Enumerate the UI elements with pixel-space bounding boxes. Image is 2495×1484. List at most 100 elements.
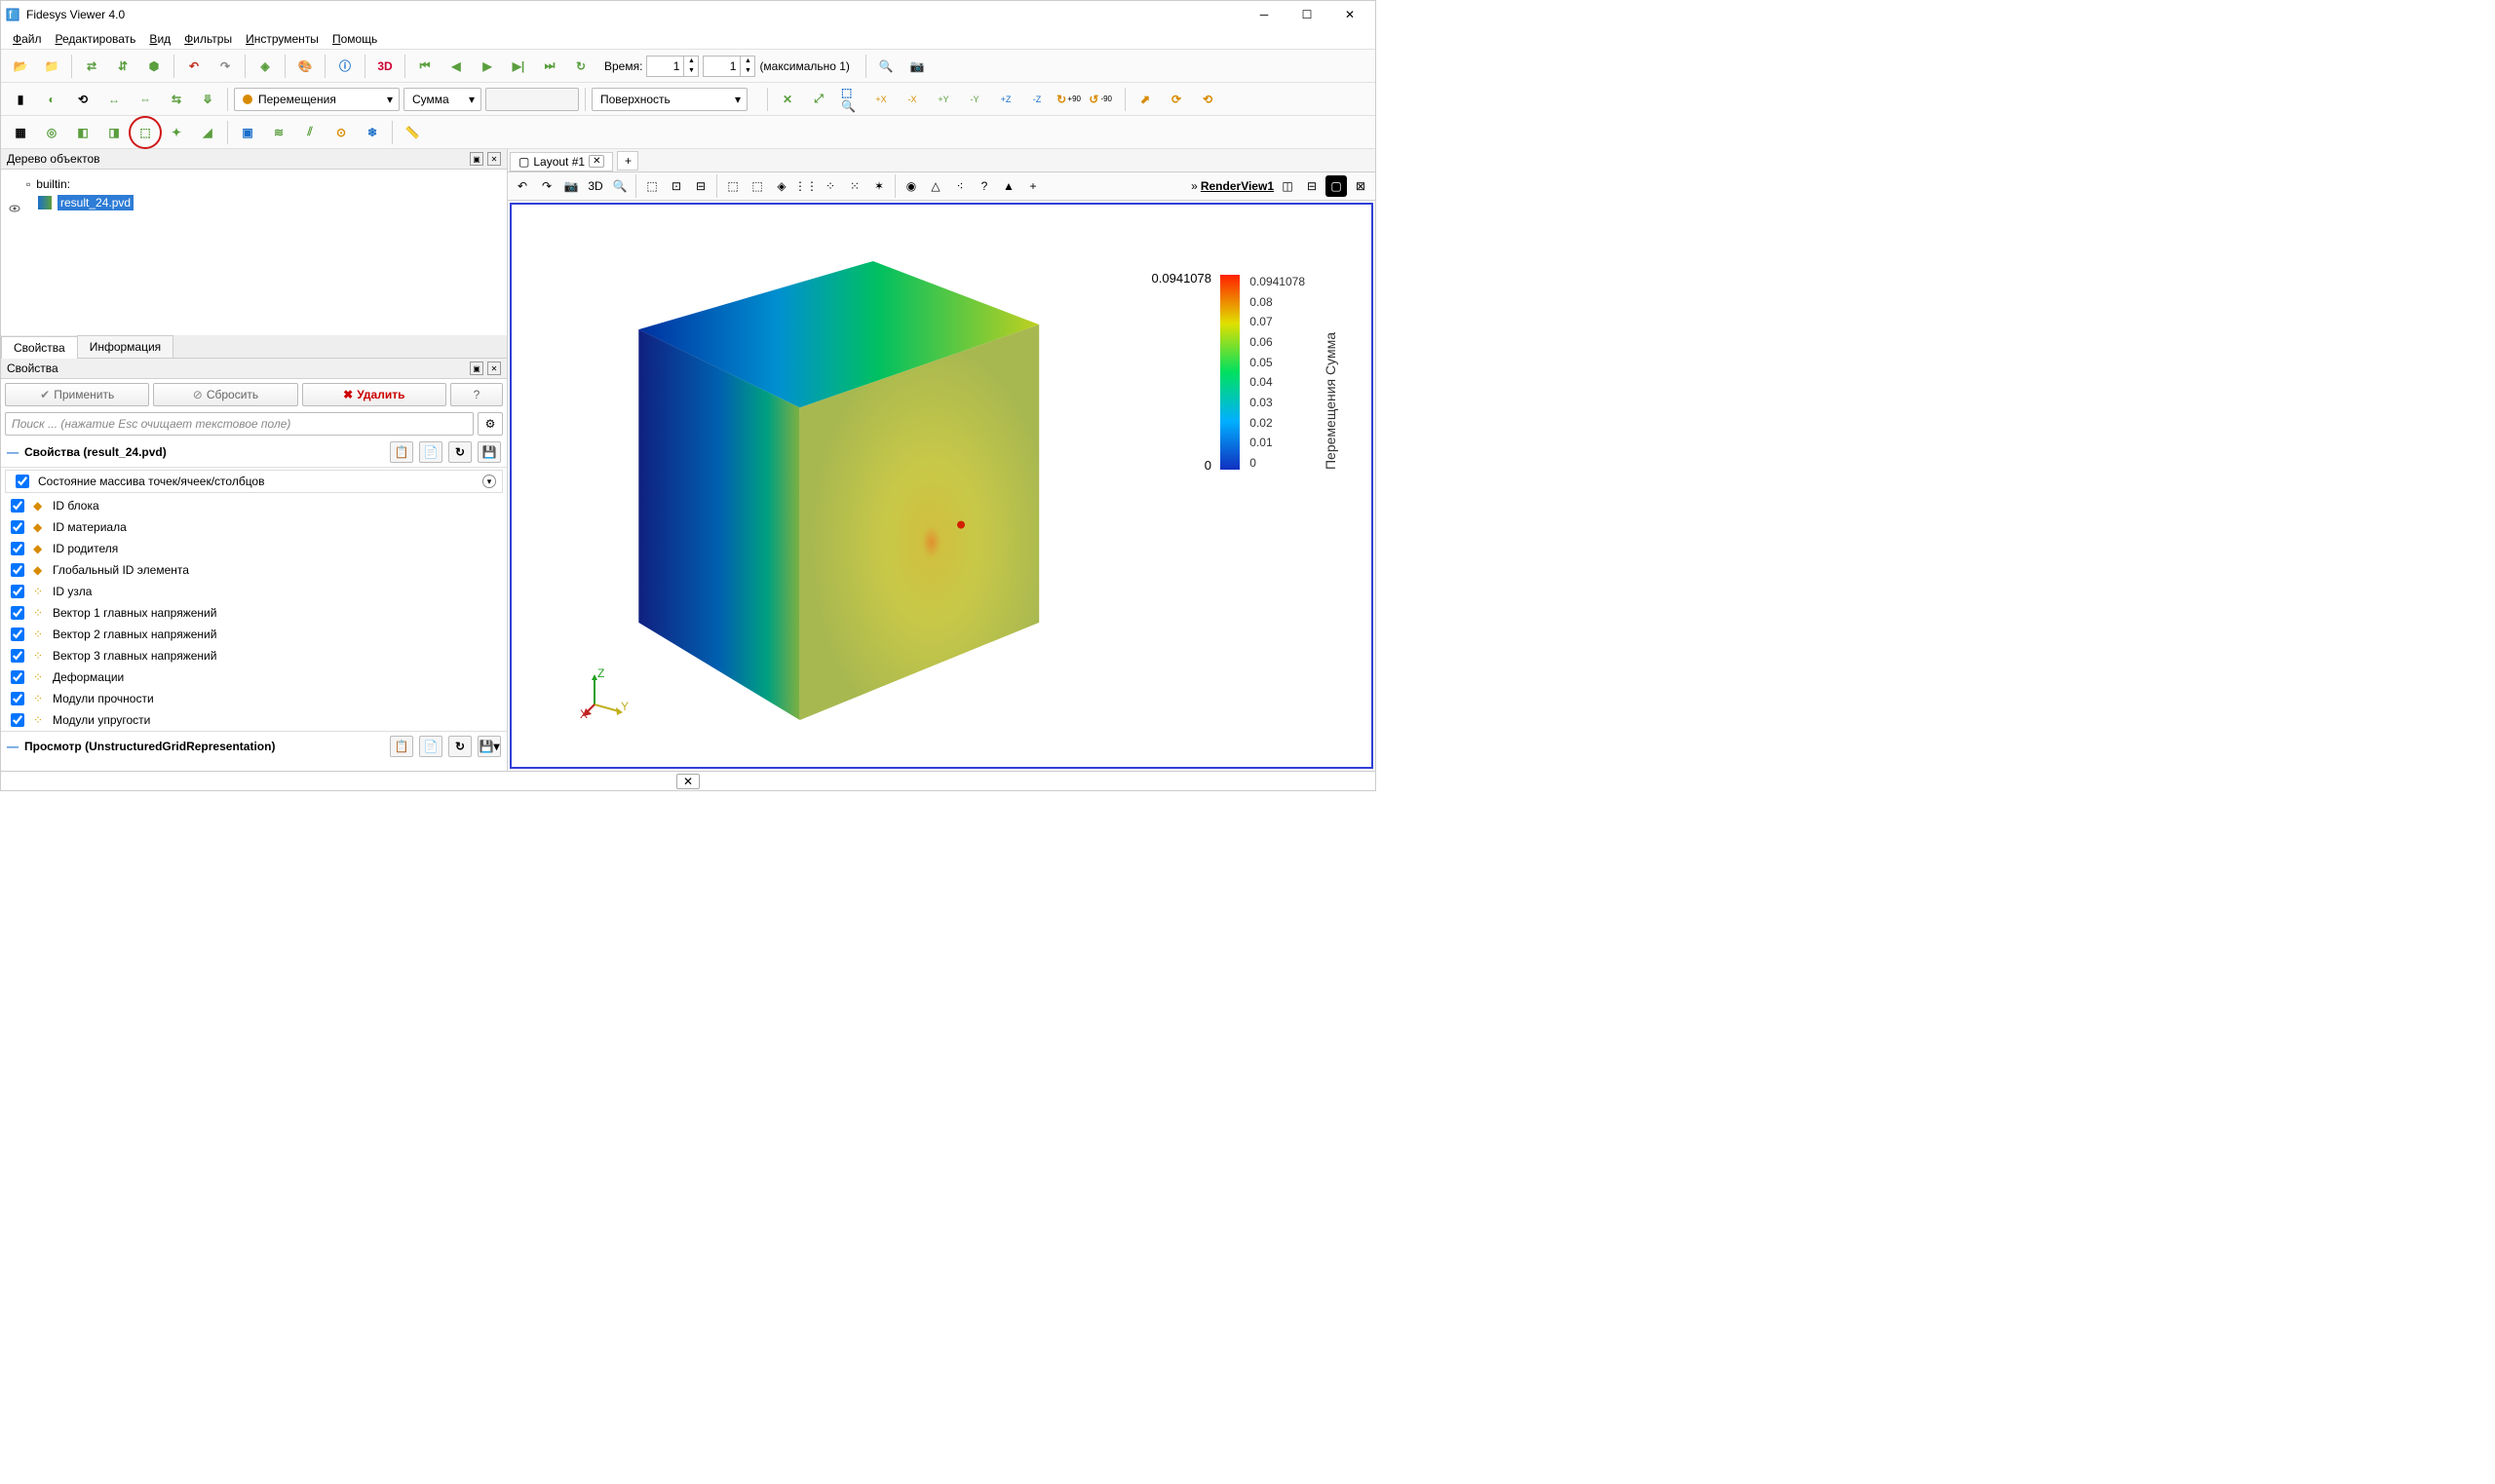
array-row[interactable]: ◆ID материала: [1, 516, 507, 538]
array-checkbox[interactable]: [11, 499, 24, 513]
dropdown-icon[interactable]: ▾: [482, 475, 496, 488]
reset-camera-icon[interactable]: ✕: [774, 86, 801, 113]
color-by-dropdown[interactable]: Перемещения▾: [234, 88, 400, 111]
save2-icon[interactable]: 💾▾: [478, 736, 501, 757]
select-cell-icon[interactable]: ⬚: [641, 175, 663, 197]
vcr-fwd-icon[interactable]: ▶|: [505, 53, 532, 80]
menu-view[interactable]: Вид: [143, 30, 176, 48]
spin-ccw-icon[interactable]: ⟲: [1194, 86, 1221, 113]
redo-icon[interactable]: ↷: [211, 53, 239, 80]
visibility-icon[interactable]: [9, 203, 20, 214]
axis-plus-y-icon[interactable]: +Y: [930, 86, 957, 113]
clip-icon[interactable]: ◧: [69, 119, 96, 146]
tab-properties[interactable]: Свойства: [1, 336, 78, 359]
pick-1-icon[interactable]: ⬚: [722, 175, 744, 197]
render-fwd-icon[interactable]: ↷: [536, 175, 557, 197]
query-icon[interactable]: ?: [974, 175, 995, 197]
menu-help[interactable]: Помощь: [326, 30, 383, 48]
rotate-cw-icon[interactable]: ↻+90: [1055, 86, 1082, 113]
copy-icon[interactable]: 📋: [390, 441, 413, 463]
view-tool-icon[interactable]: ⬈: [1132, 86, 1159, 113]
zoom-box-icon[interactable]: ⬚🔍: [836, 86, 864, 113]
array-checkbox[interactable]: [11, 563, 24, 577]
maximize-button[interactable]: ☐: [1286, 1, 1328, 28]
pick-3-icon[interactable]: ◈: [771, 175, 792, 197]
ruler-icon[interactable]: 📏: [399, 119, 426, 146]
array-row[interactable]: ⁘Деформации: [1, 666, 507, 688]
pick-6-icon[interactable]: ⁙: [844, 175, 865, 197]
help-button[interactable]: ?: [450, 383, 503, 406]
vcr-last-icon[interactable]: ⏭: [536, 53, 563, 80]
menu-edit[interactable]: Редактировать: [50, 30, 142, 48]
representation-dropdown[interactable]: Поверхность▾: [592, 88, 748, 111]
time-step-spinner[interactable]: 1▲▼: [703, 56, 755, 77]
array-checkbox[interactable]: [11, 713, 24, 727]
split-v-icon[interactable]: ⊟: [1301, 175, 1323, 197]
hover-icon[interactable]: ◉: [901, 175, 922, 197]
close-view-icon[interactable]: ⊠: [1350, 175, 1371, 197]
tree-item-result[interactable]: result_24.pvd: [3, 193, 505, 212]
array-header-row[interactable]: Состояние массива точек/ячеек/столбцов ▾: [5, 470, 503, 493]
axis-minus-x-icon[interactable]: -X: [899, 86, 926, 113]
axis-plus-z-icon[interactable]: +Z: [992, 86, 1019, 113]
array-checkbox[interactable]: [11, 542, 24, 555]
layout-close-icon[interactable]: ✕: [589, 155, 604, 168]
add-icon[interactable]: +: [1022, 175, 1044, 197]
time-value-spinner[interactable]: 1▲▼: [646, 56, 699, 77]
warp-icon[interactable]: ◢: [194, 119, 221, 146]
menu-filters[interactable]: Фильтры: [178, 30, 238, 48]
triangle2-icon[interactable]: ▲: [998, 175, 1019, 197]
3d-icon[interactable]: 3D: [371, 53, 399, 80]
search-input[interactable]: Поиск ... (нажатие Esc очищает текстовое…: [5, 412, 474, 436]
vcr-play-icon[interactable]: ▶: [474, 53, 501, 80]
snowflake-icon[interactable]: ❄: [359, 119, 386, 146]
pick-4-icon[interactable]: ⋮⋮: [795, 175, 817, 197]
color-legend[interactable]: 0.09410780.080.070.060.050.040.030.020.0…: [1220, 275, 1338, 470]
server-icon[interactable]: ⬢: [140, 53, 168, 80]
array-checkbox[interactable]: [11, 692, 24, 705]
reload-icon[interactable]: ↻: [448, 441, 472, 463]
render-view[interactable]: Z Y X 0.0941078 0 0.09410780.080.070.060…: [510, 203, 1373, 769]
maximize-view-icon[interactable]: ▢: [1325, 175, 1347, 197]
disconnect-icon[interactable]: ⇵: [109, 53, 136, 80]
vcr-loop-icon[interactable]: ↻: [567, 53, 595, 80]
array-checkbox[interactable]: [11, 649, 24, 663]
plot-time-icon[interactable]: ≋: [265, 119, 292, 146]
axis-plus-x-icon[interactable]: +X: [867, 86, 895, 113]
array-row[interactable]: ⁘Вектор 1 главных напряжений: [1, 602, 507, 624]
axis-minus-y-icon[interactable]: -Y: [961, 86, 988, 113]
save-state-icon[interactable]: 💾: [478, 441, 501, 463]
rescale-icon[interactable]: ⟲: [69, 86, 96, 113]
select-sub-icon[interactable]: ⊟: [690, 175, 711, 197]
reload2-icon[interactable]: ↻: [448, 736, 472, 757]
select-point-icon[interactable]: ⊡: [666, 175, 687, 197]
zoom-tool-icon[interactable]: 🔍: [872, 53, 900, 80]
array-row[interactable]: ⁘Вектор 3 главных напряжений: [1, 645, 507, 666]
dock-close-icon[interactable]: ✕: [487, 152, 501, 166]
vcr-back-icon[interactable]: ◀: [442, 53, 470, 80]
array-checkbox[interactable]: [11, 520, 24, 534]
split-h-icon[interactable]: ◫: [1277, 175, 1298, 197]
component-dropdown[interactable]: Сумма▾: [403, 88, 481, 111]
3d-toggle[interactable]: 3D: [585, 175, 606, 197]
threshold-icon[interactable]: ⬚: [132, 119, 159, 146]
paste-icon[interactable]: 📄: [419, 441, 442, 463]
scale-arr3-icon[interactable]: ⇆: [163, 86, 190, 113]
stream-icon[interactable]: ⫽: [296, 119, 324, 146]
array-row[interactable]: ⁘Модули упругости: [1, 709, 507, 731]
array-checkbox[interactable]: [11, 670, 24, 684]
dots-icon[interactable]: ⁖: [949, 175, 971, 197]
copy2-icon[interactable]: 📋: [390, 736, 413, 757]
array-row[interactable]: ◆ID блока: [1, 495, 507, 516]
rotate-ccw-icon[interactable]: ↺-90: [1086, 86, 1113, 113]
info-icon[interactable]: ⓘ: [331, 53, 359, 80]
layout-tab-1[interactable]: ▢ Layout #1 ✕: [510, 152, 613, 171]
advanced-toggle-icon[interactable]: ⚙: [478, 412, 503, 436]
close-button[interactable]: ✕: [1328, 1, 1371, 28]
probe-icon[interactable]: ⊙: [327, 119, 355, 146]
array-row[interactable]: ◆Глобальный ID элемента: [1, 559, 507, 581]
tree-root[interactable]: ▫ builtin:: [3, 175, 505, 193]
connect-icon[interactable]: ⇄: [78, 53, 105, 80]
axis-minus-z-icon[interactable]: -Z: [1023, 86, 1051, 113]
menu-tools[interactable]: Инструменты: [240, 30, 325, 48]
